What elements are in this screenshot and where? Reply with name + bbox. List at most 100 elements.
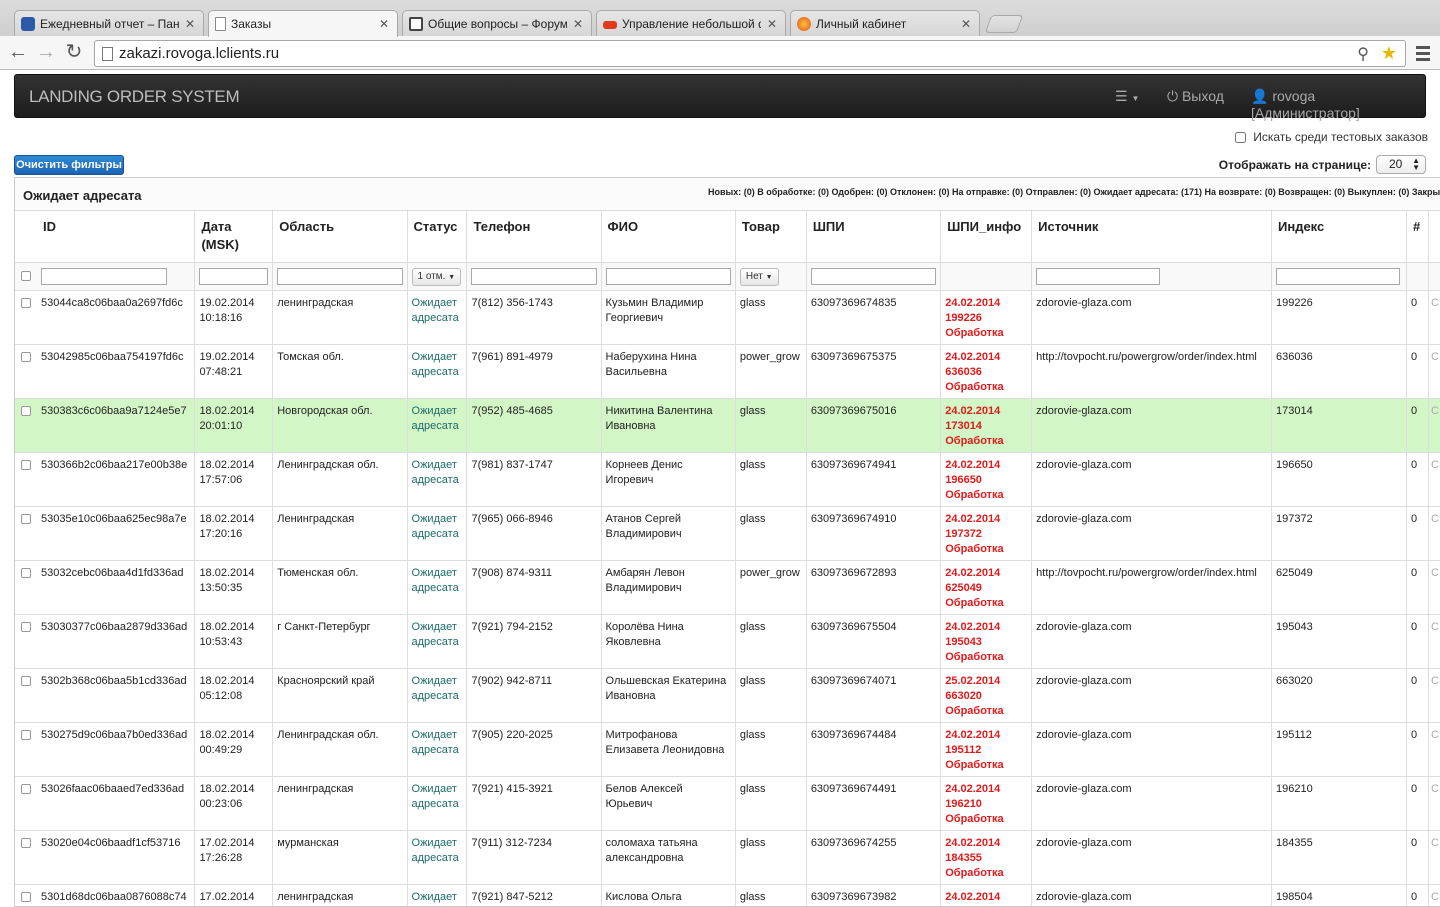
column-header-spi-info[interactable]: ШПИ_инфо xyxy=(940,211,1033,263)
test-orders-checkbox[interactable]: Искать среди тестовых заказов xyxy=(1235,130,1428,144)
select-all-checkbox[interactable] xyxy=(21,270,31,281)
order-id[interactable]: 53026faac06baaed7ed336ad xyxy=(41,782,190,797)
order-id[interactable]: 53020e04c06baadf1cf53716 xyxy=(41,836,190,851)
row-checkbox[interactable] xyxy=(21,567,31,578)
table-row[interactable]: 53044ca8c06baa0a2697fd6c 19.02.2014 10:18… xyxy=(15,290,1440,345)
order-status-line2[interactable]: адресата xyxy=(412,635,463,650)
column-header-spi[interactable]: ШПИ xyxy=(806,211,942,263)
order-status-line1[interactable]: Ожидает xyxy=(412,836,463,851)
browser-tab-5[interactable]: Личный кабинет ✕ xyxy=(790,10,980,36)
order-status-line1[interactable]: Ожидает xyxy=(412,458,463,473)
table-row[interactable]: 5302b368c06baa5b1cd336ad 18.02.2014 05:12… xyxy=(15,668,1440,723)
order-status-line2[interactable]: адресата xyxy=(412,581,463,596)
browser-tab-1[interactable]: Ежедневный отчет – Пане ✕ xyxy=(14,10,204,36)
column-header-num[interactable]: # xyxy=(1406,211,1429,263)
forward-arrow-icon[interactable]: → xyxy=(34,41,58,65)
order-status-line1[interactable]: Ожидает xyxy=(412,350,463,365)
order-status-line2[interactable]: адресата xyxy=(412,797,463,812)
row-checkbox[interactable] xyxy=(21,891,31,902)
column-header-status[interactable]: Статус xyxy=(407,211,468,263)
order-status-line1[interactable]: Ожидает xyxy=(412,296,463,311)
column-header-region[interactable]: Область xyxy=(272,211,408,263)
order-status-line1[interactable]: Ожидает xyxy=(412,782,463,797)
browser-tab-3[interactable]: Общие вопросы – Форум ✕ xyxy=(402,10,592,36)
filter-product-dropdown[interactable]: Нет ▼ xyxy=(739,267,779,286)
row-checkbox[interactable] xyxy=(21,837,31,848)
browser-tab-4[interactable]: Управление небольшой ф ✕ xyxy=(596,10,786,36)
order-status-line1[interactable]: Ожидает xyxy=(412,404,463,419)
order-status-line1[interactable]: Ожидает xyxy=(412,728,463,743)
order-id[interactable]: 530383c6c06baa9a7124e5e7 xyxy=(41,404,190,419)
filter-region-input[interactable] xyxy=(277,267,403,285)
row-checkbox[interactable] xyxy=(21,513,31,524)
order-status-line2[interactable]: адресата xyxy=(412,527,463,542)
filter-source-input[interactable] xyxy=(1036,267,1161,285)
table-row[interactable]: 53042985c06baa754197fd6c 19.02.2014 07:48… xyxy=(15,344,1440,399)
row-checkbox[interactable] xyxy=(21,675,31,686)
bookmark-star-icon[interactable]: ★ xyxy=(1381,41,1397,66)
row-checkbox[interactable] xyxy=(21,297,31,308)
column-header-phone[interactable]: Телефон xyxy=(466,211,602,263)
order-id[interactable]: 53035e10c06baa625ec98a7e xyxy=(41,512,190,527)
zoom-icon[interactable]: ⚲ xyxy=(1357,42,1369,67)
address-bar[interactable]: zakazi.rovoga.lclients.ru ⚲ ★ xyxy=(94,40,1406,67)
row-checkbox[interactable] xyxy=(21,351,31,362)
close-icon[interactable]: ✕ xyxy=(767,17,777,31)
user-link[interactable]: 👤 rovoga [Администратор] xyxy=(1251,88,1425,121)
table-row[interactable]: 53030377c06baa2879d336ad 18.02.2014 10:53… xyxy=(15,614,1440,669)
order-status-line1[interactable]: Ожидает xyxy=(412,674,463,689)
brand-title[interactable]: LANDING ORDER SYSTEM xyxy=(29,87,240,107)
column-header-id[interactable]: ID xyxy=(15,211,196,263)
settings-dropdown[interactable]: ☰ ▼ xyxy=(1115,88,1139,105)
filter-id-input[interactable] xyxy=(41,267,167,285)
order-id[interactable]: 53030377c06baa2879d336ad xyxy=(41,620,190,635)
close-icon[interactable]: ✕ xyxy=(961,17,971,31)
row-checkbox[interactable] xyxy=(21,405,31,416)
reload-icon[interactable]: ↻ xyxy=(62,41,86,65)
order-status-line1[interactable]: Ожидает xyxy=(412,566,463,581)
column-header-product[interactable]: Товар xyxy=(735,211,807,263)
order-id[interactable]: 53042985c06baa754197fd6c xyxy=(41,350,190,365)
column-header-index[interactable]: Индекс xyxy=(1271,211,1407,263)
clear-filters-button[interactable]: Очистить фильтры xyxy=(14,155,124,175)
filter-status-dropdown[interactable]: 1 отм. ▼ xyxy=(411,267,462,286)
table-row[interactable]: 53020e04c06baadf1cf53716 17.02.2014 17:26… xyxy=(15,830,1440,885)
filter-phone-input[interactable] xyxy=(471,267,597,285)
column-header-source[interactable]: Источник xyxy=(1031,211,1272,263)
order-id[interactable]: 530366b2c06baa217e00b38e xyxy=(41,458,190,473)
table-row[interactable]: 5301d68dc06baa0876088c74 17.02.2014 лени… xyxy=(15,884,1440,906)
order-id[interactable]: 53044ca8c06baa0a2697fd6c xyxy=(41,296,190,311)
order-id[interactable]: 53032cebc06baa4d1fd336ad xyxy=(41,566,190,581)
close-icon[interactable]: ✕ xyxy=(573,17,583,31)
order-status-line2[interactable]: адресата xyxy=(412,689,463,704)
table-row[interactable]: 530366b2c06baa217e00b38e 18.02.2014 17:57… xyxy=(15,452,1440,507)
table-row[interactable]: 53035e10c06baa625ec98a7e 18.02.2014 17:20… xyxy=(15,506,1440,561)
filter-index-input[interactable] xyxy=(1276,267,1400,285)
row-checkbox[interactable] xyxy=(21,783,31,794)
close-icon[interactable]: ✕ xyxy=(185,17,195,31)
order-status-line2[interactable]: адресата xyxy=(412,311,463,326)
row-checkbox[interactable] xyxy=(21,459,31,470)
column-header-name[interactable]: ФИО xyxy=(601,211,736,263)
order-status-line2[interactable]: адресата xyxy=(412,365,463,380)
table-row[interactable]: 530383c6c06baa9a7124e5e7 18.02.2014 20:01… xyxy=(15,398,1440,453)
logout-link[interactable]: ⏻ Выход xyxy=(1167,88,1224,105)
browser-menu-icon[interactable] xyxy=(1416,46,1430,64)
test-orders-checkbox-input[interactable] xyxy=(1235,131,1247,143)
order-status-line1[interactable]: Ожидает xyxy=(412,890,463,905)
order-status-line2[interactable]: адресата xyxy=(412,473,463,488)
order-status-line2[interactable]: адресата xyxy=(412,419,463,434)
row-checkbox[interactable] xyxy=(21,621,31,632)
browser-tab-2[interactable]: Заказы ✕ xyxy=(208,10,398,37)
order-id[interactable]: 5302b368c06baa5b1cd336ad xyxy=(41,674,190,689)
table-row[interactable]: 530275d9c06baa7b0ed336ad 18.02.2014 00:49… xyxy=(15,722,1440,777)
close-icon[interactable]: ✕ xyxy=(379,17,389,31)
filter-date-input[interactable] xyxy=(199,267,269,285)
table-row[interactable]: 53026faac06baaed7ed336ad 18.02.2014 00:23… xyxy=(15,776,1440,831)
back-arrow-icon[interactable]: ← xyxy=(6,41,30,65)
column-header-date[interactable]: Дата (MSK) xyxy=(194,211,274,263)
order-status-line1[interactable]: Ожидает xyxy=(412,512,463,527)
filter-spi-input[interactable] xyxy=(810,267,937,285)
order-id[interactable]: 5301d68dc06baa0876088c74 xyxy=(41,890,190,905)
per-page-select[interactable]: 20 ▲ ▼ xyxy=(1376,155,1426,174)
